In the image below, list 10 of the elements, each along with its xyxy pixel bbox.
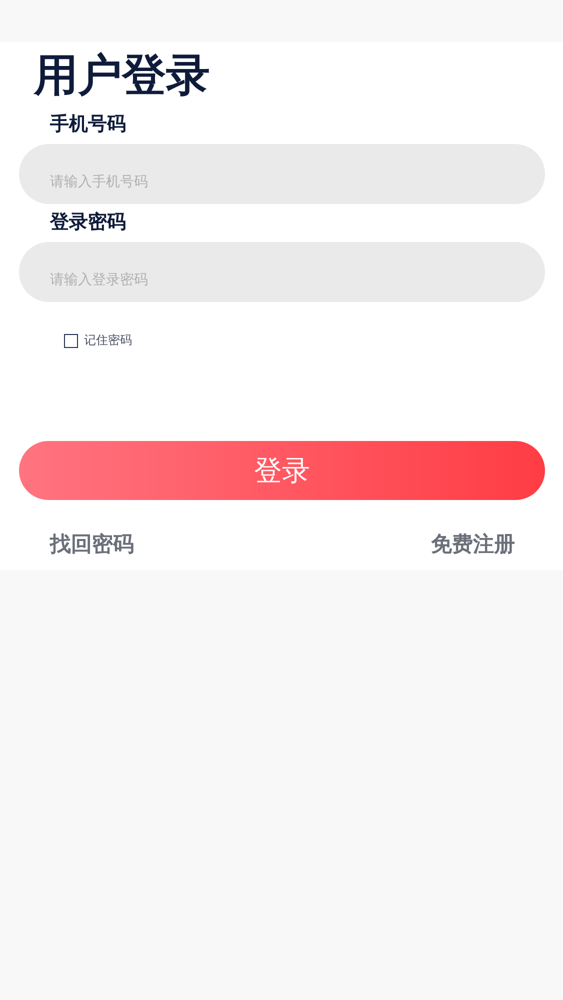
remember-label: 记住密码	[84, 332, 132, 349]
text-link[interactable]: 找回密码	[50, 530, 134, 558]
field-label: 登录密码	[50, 210, 126, 234]
remember-checkbox[interactable]	[64, 334, 78, 348]
input-field[interactable]: 请输入手机号码	[19, 144, 545, 204]
page-title: 用户登录	[34, 49, 210, 103]
login-button[interactable]: 登录	[19, 441, 545, 500]
text-link[interactable]: 免费注册	[431, 530, 515, 558]
input-field[interactable]: 请输入登录密码	[19, 242, 545, 302]
field-label: 手机号码	[50, 112, 126, 136]
